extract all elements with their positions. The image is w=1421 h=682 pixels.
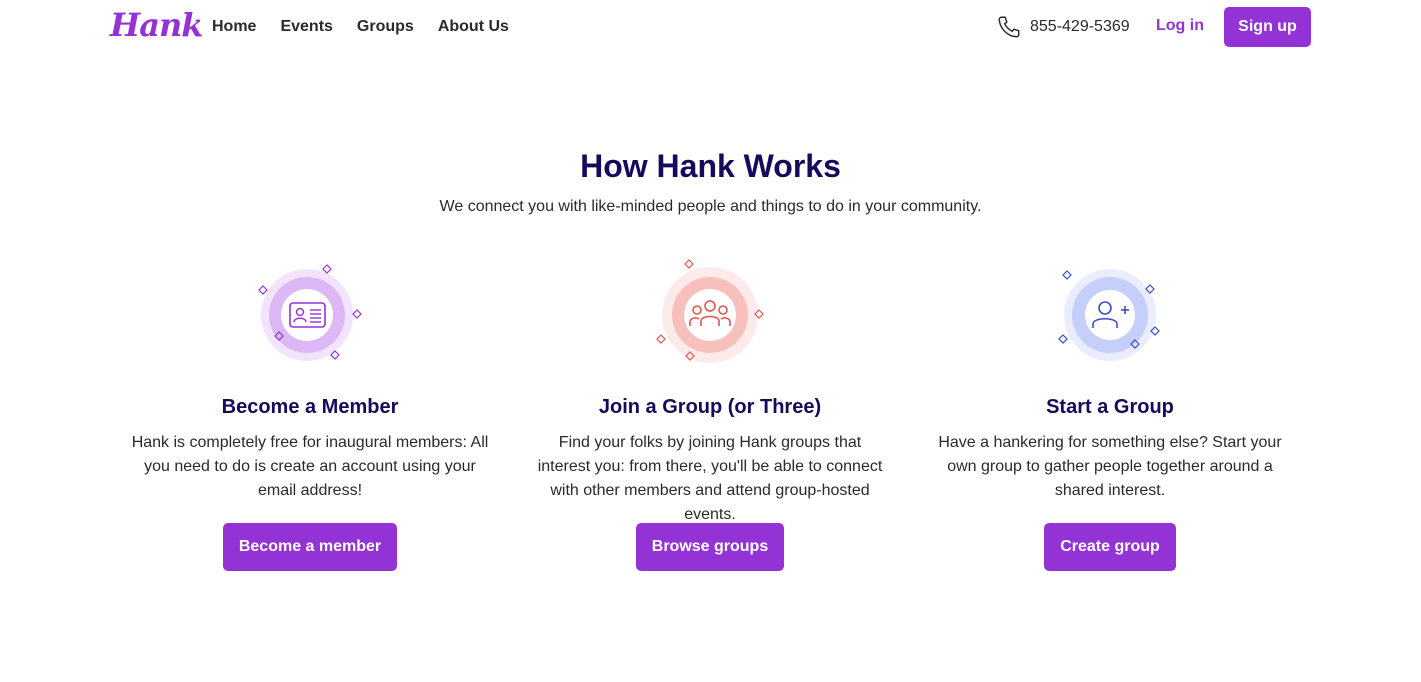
hank-logo[interactable]: Hank <box>110 6 203 44</box>
step-title: Join a Group (or Three) <box>598 396 822 418</box>
signup-button[interactable]: Sign up <box>1224 7 1311 47</box>
browse-groups-button[interactable]: Browse groups <box>635 523 785 571</box>
phone-icon <box>998 16 1020 38</box>
step-title: Become a Member <box>221 396 399 418</box>
phone-contact[interactable]: 855-429-5369 <box>996 14 1130 40</box>
group-people-icon <box>655 258 765 368</box>
login-link[interactable]: Log in <box>1156 17 1204 35</box>
step-description: Hank is completely free for inaugural me… <box>131 434 489 499</box>
page-title: How Hank Works <box>580 148 841 184</box>
nav-home[interactable]: Home <box>212 18 256 36</box>
become-member-button[interactable]: Become a member <box>222 523 398 571</box>
step-become-member: Become a Member Hank is completely free … <box>125 258 495 571</box>
nav-about-us[interactable]: About Us <box>438 18 509 36</box>
add-user-icon <box>1055 258 1165 368</box>
step-description: Have a hankering for something else? Sta… <box>938 434 1282 499</box>
page-subtitle: We connect you with like-minded people a… <box>439 198 982 215</box>
step-title: Start a Group <box>1046 396 1174 418</box>
step-description: Find your folks by joining Hank groups t… <box>537 434 883 523</box>
create-group-button[interactable]: Create group <box>1044 523 1176 571</box>
step-join-group: Join a Group (or Three) Find your folks … <box>525 258 895 571</box>
nav-groups[interactable]: Groups <box>357 18 414 36</box>
nav-links: Home Events Groups About Us <box>212 18 509 36</box>
step-start-group: Start a Group Have a hankering for somet… <box>925 258 1295 571</box>
top-nav: Hank Home Events Groups About Us 855-429… <box>0 0 1421 54</box>
id-card-icon <box>255 258 365 368</box>
nav-events[interactable]: Events <box>280 18 332 36</box>
phone-number: 855-429-5369 <box>1030 18 1130 35</box>
